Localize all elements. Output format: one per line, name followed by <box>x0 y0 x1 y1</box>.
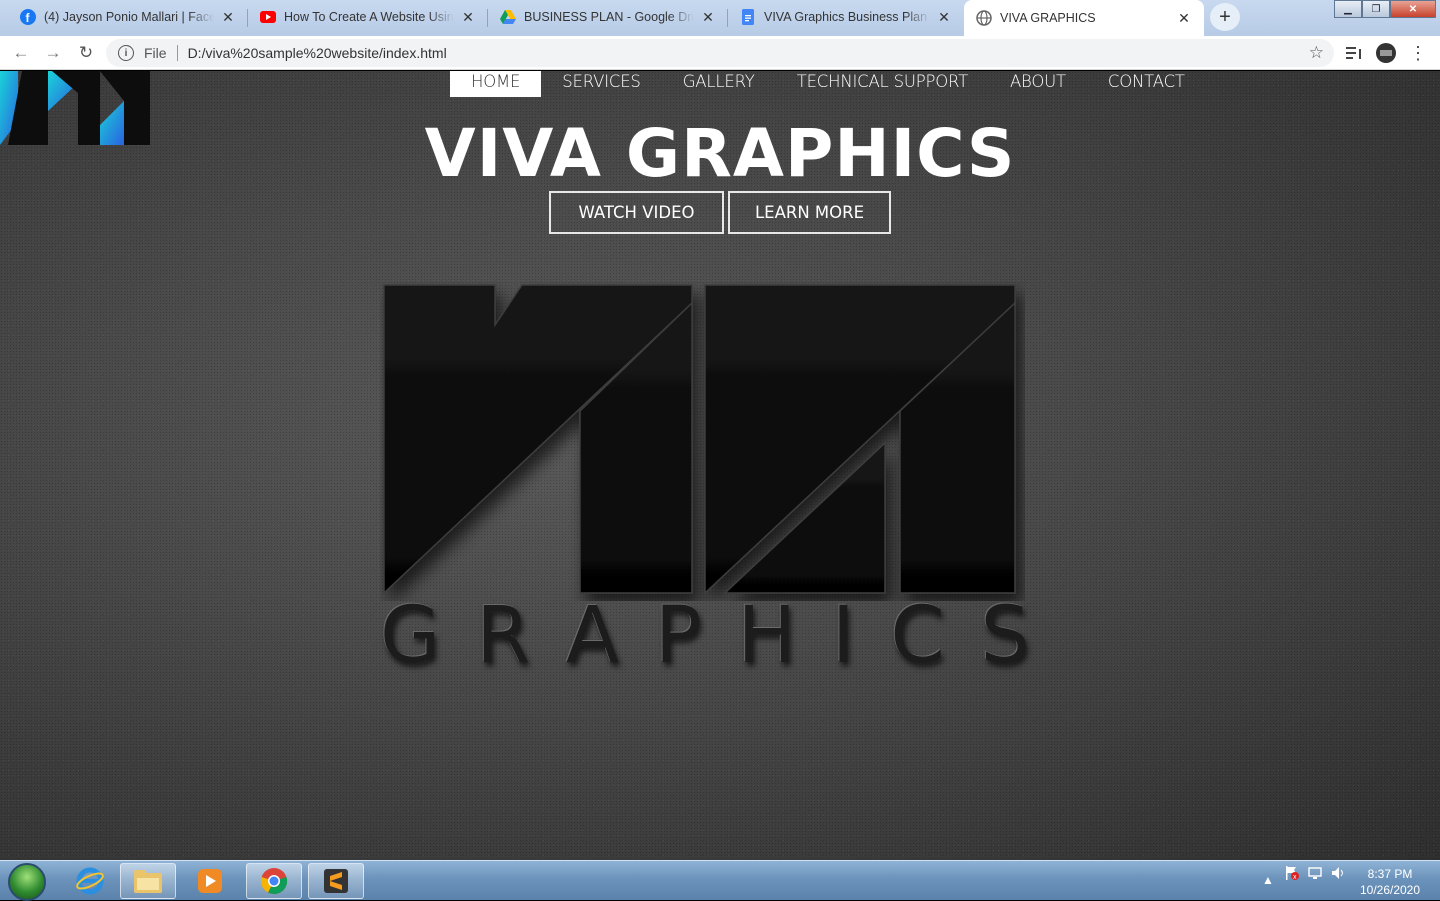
tab-google-docs[interactable]: VIVA Graphics Business Plan - Google Doc… <box>728 0 964 34</box>
kebab-menu-icon[interactable]: ⋮ <box>1408 42 1428 64</box>
tab-facebook[interactable]: f (4) Jayson Ponio Mallari | Facebook ✕ <box>8 0 248 34</box>
close-tab-icon[interactable]: ✕ <box>1176 10 1192 27</box>
svg-text:x: x <box>1293 874 1297 881</box>
wordmark-letter: S <box>980 591 1030 681</box>
hero-buttons: WATCH VIDEO LEARN MORE <box>549 191 891 234</box>
wordmark-letter: G <box>380 591 441 681</box>
nav-services[interactable]: SERVICES <box>541 71 661 97</box>
browser-tab-strip: f (4) Jayson Ponio Mallari | Facebook ✕ … <box>0 0 1440 36</box>
browser-toolbar: ← → ↻ i File D:/viva%20sample%20website/… <box>0 36 1440 70</box>
profile-avatar[interactable] <box>1375 42 1397 64</box>
nav-about[interactable]: ABOUT <box>989 71 1087 97</box>
minimize-button[interactable]: ▁ <box>1334 0 1362 18</box>
tab-title: (4) Jayson Ponio Mallari | Facebook <box>44 10 214 24</box>
info-icon[interactable]: i <box>118 45 134 61</box>
new-tab-button[interactable]: + <box>1210 3 1240 31</box>
chrome-icon[interactable] <box>246 863 302 899</box>
google-docs-icon <box>740 9 756 25</box>
tab-youtube[interactable]: How To Create A Website Using HTML ✕ <box>248 0 488 34</box>
hero-logo-wordmark: G R A P H I C S <box>380 591 1030 691</box>
learn-more-button[interactable]: LEARN MORE <box>728 191 891 234</box>
media-player-icon[interactable] <box>182 863 238 899</box>
window-close-button[interactable]: ✕ <box>1390 0 1436 18</box>
page-viewport: HOME SERVICES GALLERY TECHNICAL SUPPORT … <box>0 71 1440 860</box>
youtube-icon <box>260 9 276 25</box>
back-arrow-icon[interactable]: ← <box>10 42 32 64</box>
start-button[interactable] <box>8 863 46 901</box>
main-nav: HOME SERVICES GALLERY TECHNICAL SUPPORT … <box>450 71 1206 97</box>
close-tab-icon[interactable]: ✕ <box>936 9 952 26</box>
forward-arrow-icon[interactable]: → <box>42 42 64 64</box>
nav-home[interactable]: HOME <box>450 71 542 97</box>
watch-video-button[interactable]: WATCH VIDEO <box>549 191 724 234</box>
wordmark-letter: R <box>476 591 531 681</box>
wordmark-letter: A <box>565 591 620 681</box>
nav-contact[interactable]: CONTACT <box>1087 71 1206 97</box>
wordmark-letter: I <box>831 591 855 681</box>
file-explorer-icon[interactable] <box>120 863 176 899</box>
nav-technical-support[interactable]: TECHNICAL SUPPORT <box>776 71 989 97</box>
restore-button[interactable]: ❐ <box>1362 0 1390 18</box>
url-text[interactable]: D:/viva%20sample%20website/index.html <box>188 45 447 61</box>
hero-headline: VIVA GRAPHICS <box>424 115 1016 192</box>
media-control-icon[interactable] <box>1343 42 1365 64</box>
wordmark-letter: C <box>890 591 945 681</box>
close-tab-icon[interactable]: ✕ <box>460 9 476 26</box>
close-tab-icon[interactable]: ✕ <box>220 9 236 26</box>
tab-title: VIVA GRAPHICS <box>1000 11 1096 25</box>
address-bar[interactable]: i File D:/viva%20sample%20website/index.… <box>106 39 1334 67</box>
plus-icon: + <box>1219 5 1231 28</box>
scheme-label: File <box>144 45 167 61</box>
google-drive-icon <box>500 9 516 25</box>
hero-logo-mark <box>383 284 1016 595</box>
internet-explorer-icon[interactable] <box>62 863 118 899</box>
network-icon[interactable] <box>1307 865 1323 884</box>
tab-title: VIVA Graphics Business Plan - Google Doc… <box>764 10 930 24</box>
sublime-text-icon[interactable] <box>308 863 364 899</box>
tab-title: BUSINESS PLAN - Google Drive <box>524 10 694 24</box>
windows-taskbar: ▲ x 8:37 PM 10/26/2020 <box>0 860 1440 901</box>
action-center-flag-icon[interactable]: x <box>1284 865 1300 884</box>
wordmark-letter: P <box>654 591 702 681</box>
facebook-icon: f <box>20 9 36 25</box>
tab-title: How To Create A Website Using HTML <box>284 10 454 24</box>
system-clock[interactable]: 8:37 PM 10/26/2020 <box>1356 866 1424 898</box>
close-tab-icon[interactable]: ✕ <box>700 9 716 26</box>
reload-icon[interactable]: ↻ <box>75 42 97 64</box>
wordmark-letter: H <box>737 591 797 681</box>
clock-date: 10/26/2020 <box>1359 883 1421 897</box>
clock-time: 8:37 PM <box>1367 867 1413 881</box>
volume-icon[interactable] <box>1330 865 1346 884</box>
globe-icon <box>976 10 992 26</box>
bookmark-star-icon[interactable]: ☆ <box>1309 43 1324 63</box>
show-hidden-icons-icon[interactable]: ▲ <box>1262 873 1274 887</box>
tab-viva-graphics[interactable]: VIVA GRAPHICS ✕ <box>964 0 1204 36</box>
tab-google-drive[interactable]: BUSINESS PLAN - Google Drive ✕ <box>488 0 728 34</box>
nav-gallery[interactable]: GALLERY <box>662 71 776 97</box>
window-controls: ▁ ❐ ✕ <box>1334 0 1436 18</box>
